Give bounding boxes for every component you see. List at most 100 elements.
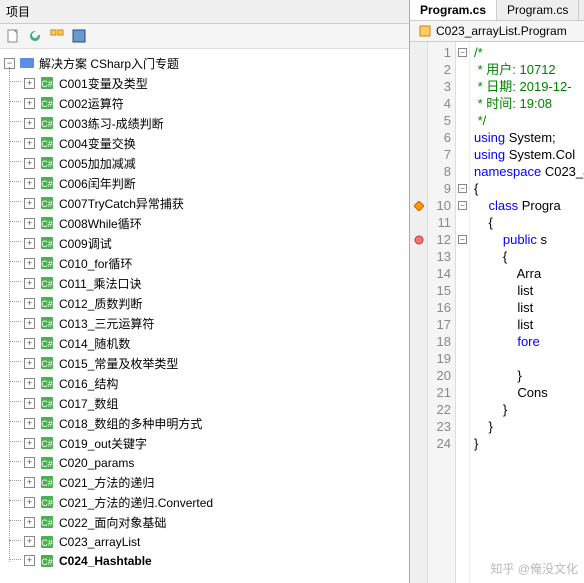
project-node[interactable]: +C#C007TryCatch异常捕获 [22,193,407,213]
code-line[interactable] [474,350,580,367]
expander-icon[interactable]: + [24,218,35,229]
expander-icon[interactable]: + [24,457,35,468]
code-line[interactable]: fore [474,333,580,350]
project-node[interactable]: +C#C015_常量及枚举类型 [22,353,407,373]
code-editor[interactable]: 123456789101112131415161718192021222324 … [410,42,584,583]
fold-toggle[interactable]: − [458,201,467,210]
collapse-icon[interactable] [48,27,66,45]
expander-icon[interactable]: + [24,517,35,528]
project-node[interactable]: +C#C001变量及类型 [22,73,407,93]
fold-toggle[interactable]: − [458,235,467,244]
doc-icon[interactable] [4,27,22,45]
code-line[interactable]: /* [474,44,580,61]
expander-icon[interactable]: + [24,438,35,449]
code-line[interactable]: */ [474,112,580,129]
fold-toggle[interactable]: − [458,184,467,193]
project-node[interactable]: +C#C017_数组 [22,393,407,413]
code-content[interactable]: /* * 用户: 10712 * 日期: 2019-12- * 时间: 19:0… [470,42,584,583]
project-node[interactable]: +C#C006闰年判断 [22,173,407,193]
expander-icon[interactable]: + [24,536,35,547]
node-label: C010_for循环 [59,255,132,272]
project-node[interactable]: +C#C021_方法的递归 [22,472,407,492]
expander-icon[interactable]: + [24,158,35,169]
code-line[interactable]: using System.Col [474,146,580,163]
expander-icon[interactable]: + [24,198,35,209]
project-node[interactable]: +C#C002运算符 [22,93,407,113]
csharp-project-icon: C# [39,255,55,271]
node-label: C011_乘法口诀 [59,275,141,292]
expander-icon[interactable]: + [24,555,35,566]
expander-icon[interactable]: + [24,98,35,109]
code-line[interactable]: * 时间: 19:08 [474,95,580,112]
code-line[interactable]: Arra [474,265,580,282]
project-node[interactable]: +C#C009调试 [22,233,407,253]
expander-icon[interactable]: + [24,338,35,349]
code-line[interactable]: * 日期: 2019-12- [474,78,580,95]
expander-icon[interactable]: + [24,497,35,508]
project-node[interactable]: +C#C005加加减减 [22,153,407,173]
expander-icon[interactable]: + [24,477,35,488]
project-node[interactable]: +C#C008While循环 [22,213,407,233]
code-line[interactable]: namespace C023_a [474,163,580,180]
project-node[interactable]: + C#C010_for循环 [22,253,407,273]
project-node[interactable]: +C#C020_params [22,453,407,472]
tab-active[interactable]: Program.cs [410,0,497,20]
project-node[interactable]: +C#C023_arrayList [22,532,407,551]
code-line[interactable]: list [474,316,580,333]
solution-tree[interactable]: − 解决方案 CSharp入门专题 +C#C001变量及类型+C#C002运算符… [0,49,409,583]
code-line[interactable]: { [474,248,580,265]
expander-icon[interactable]: + [24,238,35,249]
expander-icon[interactable]: + [24,378,35,389]
csharp-project-icon: C# [39,534,55,550]
node-label: C001变量及类型 [59,75,148,92]
expander-icon[interactable]: + [24,418,35,429]
code-line[interactable]: public s [474,231,580,248]
expander-icon[interactable]: + [24,358,35,369]
class-dropdown[interactable]: C023_arrayList.Program [410,21,584,42]
code-line[interactable]: * 用户: 10712 [474,61,580,78]
fold-toggle[interactable]: − [458,48,467,57]
tab-other[interactable]: Program.cs [497,0,579,20]
code-line[interactable]: { [474,180,580,197]
code-line[interactable]: using System; [474,129,580,146]
fold-cell [456,316,469,333]
code-line[interactable]: } [474,435,580,452]
project-node[interactable]: +C#C004变量交换 [22,133,407,153]
expander-icon[interactable]: + [24,178,35,189]
code-line[interactable]: } [474,367,580,384]
expander-icon[interactable]: + [24,118,35,129]
expander-icon[interactable]: + [24,138,35,149]
code-line[interactable]: } [474,418,580,435]
svg-text:C#: C# [41,439,53,449]
expander-icon[interactable]: + [24,278,35,289]
project-node[interactable]: +C#C019_out关键字 [22,433,407,453]
node-label: C020_params [59,456,134,470]
code-line[interactable]: list [474,282,580,299]
refresh-icon[interactable] [26,27,44,45]
solution-root[interactable]: − 解决方案 CSharp入门专题 [2,53,407,73]
project-node[interactable]: +C#C014_随机数 [22,333,407,353]
project-node[interactable]: +C#C024_Hashtable [22,551,407,570]
project-node[interactable]: +C#C011_乘法口诀 [22,273,407,293]
code-line[interactable]: { [474,214,580,231]
line-gutter: 123456789101112131415161718192021222324 [428,42,456,583]
project-node[interactable]: +C#C018_数组的多种申明方式 [22,413,407,433]
project-node[interactable]: +C#C012_质数判断 [22,293,407,313]
code-line[interactable]: list [474,299,580,316]
project-node[interactable]: +C#C021_方法的递归.Converted [22,492,407,512]
project-node[interactable]: +C#C003练习-成绩判断 [22,113,407,133]
code-line[interactable]: class Progra [474,197,580,214]
project-node[interactable]: +C#C016_结构 [22,373,407,393]
expander-icon[interactable]: + [24,78,35,89]
expander-icon[interactable]: + [24,318,35,329]
project-node[interactable]: +C#C013_三元运算符 [22,313,407,333]
expander-icon[interactable]: + [24,398,35,409]
code-line[interactable]: Cons [474,384,580,401]
marker [410,197,427,214]
expander-icon[interactable]: + [24,258,35,269]
project-node[interactable]: +C#C022_面向对象基础 [22,512,407,532]
properties-icon[interactable] [70,27,88,45]
line-number: 4 [428,95,451,112]
expander-icon[interactable]: + [24,298,35,309]
code-line[interactable]: } [474,401,580,418]
